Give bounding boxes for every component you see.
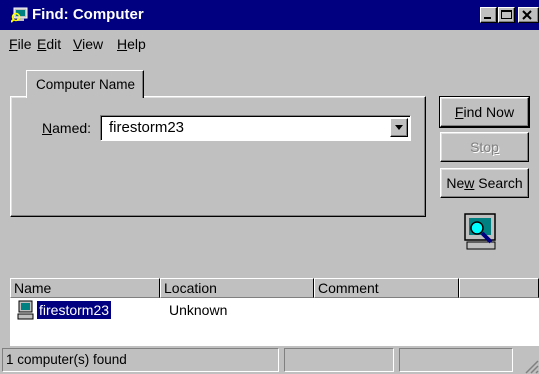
tab-label: Computer Name (36, 77, 136, 92)
find-now-button[interactable]: Find Now (439, 96, 530, 128)
close-button[interactable] (518, 7, 539, 23)
list-header: Name Location Comment (10, 278, 539, 298)
minimize-icon (484, 17, 491, 19)
column-header-empty (459, 278, 539, 298)
stop-button[interactable]: Stop (440, 132, 529, 162)
search-computer-icon (464, 213, 496, 250)
tab-computer-name[interactable]: Computer Name (26, 70, 144, 98)
menu-edit[interactable]: Edit (37, 36, 61, 52)
menu-bar: File Edit View Help (0, 30, 539, 56)
named-value[interactable]: firestorm23 (109, 119, 184, 136)
results-list[interactable]: Name Location Comment firestorm23 Unknow… (10, 278, 539, 346)
result-name[interactable]: firestorm23 (35, 300, 113, 320)
title-bar: Find: Computer (0, 0, 539, 30)
menu-file[interactable]: File (9, 36, 32, 52)
find-computer-icon (11, 7, 28, 23)
resize-grip-icon[interactable] (523, 358, 539, 374)
status-pane-2 (284, 348, 394, 372)
new-search-button[interactable]: New Search (440, 168, 529, 198)
named-combobox[interactable]: firestorm23 (100, 115, 411, 141)
named-label: Named: (42, 120, 92, 136)
window-title: Find: Computer (32, 6, 144, 23)
column-header-comment[interactable]: Comment (314, 278, 459, 298)
dropdown-button[interactable] (390, 118, 408, 137)
column-header-name[interactable]: Name (10, 278, 160, 298)
maximize-icon (501, 10, 512, 19)
table-row[interactable]: firestorm23 Unknown (10, 300, 539, 320)
close-icon (522, 10, 532, 20)
status-bar: 1 computer(s) found (0, 346, 539, 374)
status-text: 1 computer(s) found (2, 348, 279, 372)
chevron-down-icon (395, 125, 403, 130)
maximize-button[interactable] (498, 7, 515, 23)
column-header-location[interactable]: Location (160, 278, 314, 298)
menu-view[interactable]: View (73, 36, 103, 52)
result-location: Unknown (169, 302, 228, 318)
minimize-button[interactable] (480, 7, 497, 23)
computer-icon (17, 300, 34, 320)
status-pane-3 (399, 348, 513, 372)
menu-help[interactable]: Help (117, 36, 146, 52)
